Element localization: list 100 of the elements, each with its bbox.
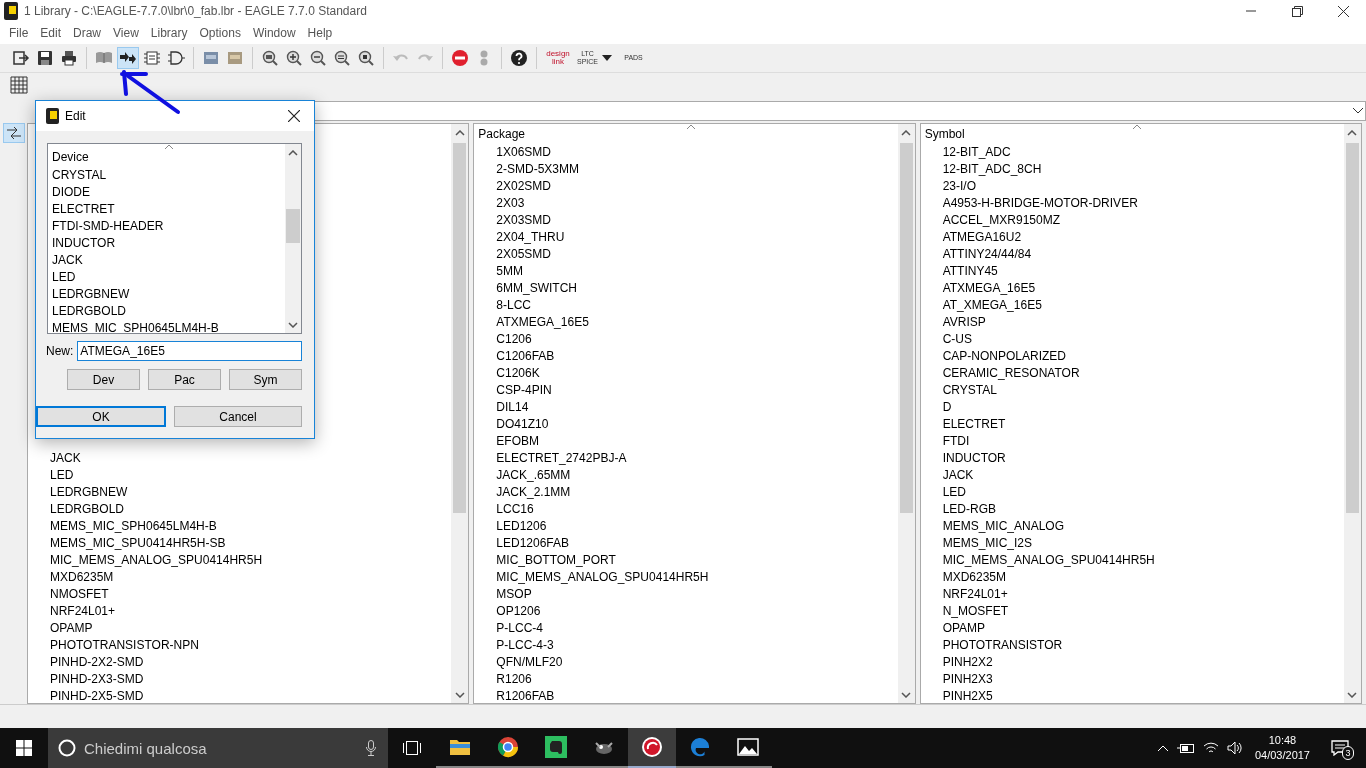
- cancel-button[interactable]: Cancel: [174, 406, 302, 427]
- list-item[interactable]: JACK_2.1MM: [496, 485, 571, 499]
- list-item[interactable]: NRF24L01+: [942, 587, 1008, 601]
- scrollbar-thumb[interactable]: [1346, 143, 1359, 513]
- list-item[interactable]: JACK_.65MM: [496, 468, 571, 482]
- column-header[interactable]: Package: [478, 127, 526, 141]
- type-button[interactable]: Sym: [229, 369, 302, 390]
- list-item[interactable]: 12-BIT_ADC: [942, 145, 1011, 159]
- list-item[interactable]: P-LCC-4: [496, 621, 543, 635]
- list-item[interactable]: 6MM_SWITCH: [496, 281, 577, 295]
- list-item[interactable]: PINHD-2X2-SMD: [50, 655, 144, 669]
- ok-button[interactable]: OK: [36, 406, 166, 427]
- list-item[interactable]: INDUCTOR: [52, 236, 116, 250]
- list-item[interactable]: 23-I/O: [942, 179, 976, 193]
- list-item[interactable]: OPAMP: [942, 621, 986, 635]
- list-item[interactable]: LED1206FAB: [496, 536, 570, 550]
- clock-date[interactable]: 04/03/2017: [1254, 748, 1310, 763]
- list-item[interactable]: PHOTOTRANSISTOR: [942, 638, 1063, 652]
- list-item[interactable]: AT_XMEGA_16E5: [942, 298, 1042, 312]
- list-item[interactable]: MIC_MEMS_ANALOG_SPU0414HR5H: [942, 553, 1155, 567]
- list-item[interactable]: LED: [52, 270, 76, 284]
- list-item[interactable]: LEDRGBOLD: [50, 502, 125, 516]
- clock-time[interactable]: 10:48: [1268, 733, 1297, 748]
- list-item[interactable]: CERAMIC_RESONATOR: [942, 366, 1080, 380]
- list-item[interactable]: LEDRGBOLD: [52, 304, 127, 318]
- list-item[interactable]: OP1206: [496, 604, 541, 618]
- scrollbar[interactable]: [897, 124, 915, 703]
- list-item[interactable]: NRF24L01+: [50, 604, 116, 618]
- list-item[interactable]: C1206: [496, 332, 532, 346]
- list-item[interactable]: ELECTRET: [942, 417, 1006, 431]
- list-item[interactable]: MEMS_MIC_ANALOG: [942, 519, 1064, 533]
- list-item[interactable]: PINH2X5: [942, 689, 993, 703]
- list-item[interactable]: DO41Z10: [496, 417, 549, 431]
- list-item[interactable]: 8-LCC: [496, 298, 531, 312]
- list-item[interactable]: JACK: [942, 468, 974, 482]
- wifi-icon[interactable]: [1202, 741, 1219, 755]
- taskbar-app-button[interactable]: [628, 728, 676, 768]
- list-item[interactable]: P-LCC-4-3: [496, 638, 554, 652]
- menu-item[interactable]: Window: [246, 26, 302, 40]
- list-item[interactable]: MXD6235M: [942, 570, 1006, 584]
- list-item[interactable]: CRYSTAL: [942, 383, 997, 397]
- list-item[interactable]: AVRISP: [942, 315, 986, 329]
- menu-item[interactable]: File: [3, 26, 35, 40]
- toolbar-button[interactable]: [117, 47, 139, 69]
- scrollbar[interactable]: [1344, 124, 1361, 703]
- list-item[interactable]: ATTINY45: [942, 264, 998, 278]
- menu-item[interactable]: Help: [301, 26, 339, 40]
- list-item[interactable]: 2X05SMD: [496, 247, 552, 261]
- menu-item[interactable]: Draw: [67, 26, 108, 40]
- list-item[interactable]: 12-BIT_ADC_8CH: [942, 162, 1042, 176]
- list-item[interactable]: C-US: [942, 332, 972, 346]
- list-item[interactable]: NMOSFET: [50, 587, 109, 601]
- list-item[interactable]: FTDI-SMD-HEADER: [52, 219, 164, 233]
- scrollbar-thumb[interactable]: [899, 143, 913, 513]
- list-item[interactable]: MIC_MEMS_ANALOG_SPU0414HR5H: [50, 553, 263, 567]
- list-item[interactable]: OPAMP: [50, 621, 93, 635]
- list-item[interactable]: LED: [942, 485, 966, 499]
- list-item[interactable]: QFN/MLF20: [496, 655, 563, 669]
- menu-item[interactable]: Library: [144, 26, 194, 40]
- list-item[interactable]: JACK: [52, 253, 83, 267]
- list-item[interactable]: C1206K: [496, 366, 540, 380]
- list-item[interactable]: ELECTRET: [52, 202, 115, 216]
- chevron-up-icon[interactable]: [1156, 744, 1169, 752]
- column-header[interactable]: Device: [52, 150, 89, 164]
- list-item[interactable]: CSP-4PIN: [496, 383, 552, 397]
- scrollbar[interactable]: [451, 124, 469, 703]
- list-item[interactable]: JACK: [50, 451, 81, 465]
- type-button[interactable]: Pac: [148, 369, 221, 390]
- list-item[interactable]: DIODE: [52, 185, 90, 199]
- list-item[interactable]: 5MM: [496, 264, 523, 278]
- list-item[interactable]: MXD6235M: [50, 570, 114, 584]
- list-item[interactable]: ATTINY24/44/84: [942, 247, 1032, 261]
- new-name-field[interactable]: ATMEGA_16E5: [77, 341, 302, 361]
- scrollbar-thumb[interactable]: [286, 209, 300, 243]
- list-item[interactable]: 2X02SMD: [496, 179, 552, 193]
- volume-icon[interactable]: [1226, 741, 1243, 755]
- search-field[interactable]: Chiedimi qualcosa: [48, 728, 388, 768]
- menu-item[interactable]: View: [107, 26, 145, 40]
- scrollbar-thumb[interactable]: [453, 143, 467, 513]
- list-item[interactable]: INDUCTOR: [942, 451, 1006, 465]
- list-item[interactable]: LEDRGBNEW: [50, 485, 128, 499]
- list-item[interactable]: CAP-NONPOLARIZED: [942, 349, 1066, 363]
- toolbar-button[interactable]: [508, 47, 530, 69]
- list-item[interactable]: MSOP: [496, 587, 532, 601]
- tool-button[interactable]: [2, 123, 25, 143]
- list-item[interactable]: ACCEL_MXR9150MZ: [942, 213, 1061, 227]
- list-item[interactable]: LED-RGB: [942, 502, 996, 516]
- list-item[interactable]: PINH2X3: [942, 672, 993, 686]
- list-item[interactable]: C1206FAB: [496, 349, 555, 363]
- list-item[interactable]: MEMS_MIC_SPH0645LM4H-B: [50, 519, 217, 533]
- list-item[interactable]: ATMEGA16U2: [942, 230, 1022, 244]
- list-item[interactable]: 1X06SMD: [496, 145, 552, 159]
- list-item[interactable]: N_MOSFET: [942, 604, 1008, 618]
- list-item[interactable]: 2X03: [496, 196, 525, 210]
- list-item[interactable]: FTDI: [942, 434, 970, 448]
- menu-item[interactable]: Edit: [34, 26, 68, 40]
- list-item[interactable]: MIC_BOTTOM_PORT: [496, 553, 616, 567]
- list-item[interactable]: LEDRGBNEW: [52, 287, 130, 301]
- notifications-button[interactable]: 3: [1322, 728, 1358, 768]
- list-item[interactable]: LED: [50, 468, 74, 482]
